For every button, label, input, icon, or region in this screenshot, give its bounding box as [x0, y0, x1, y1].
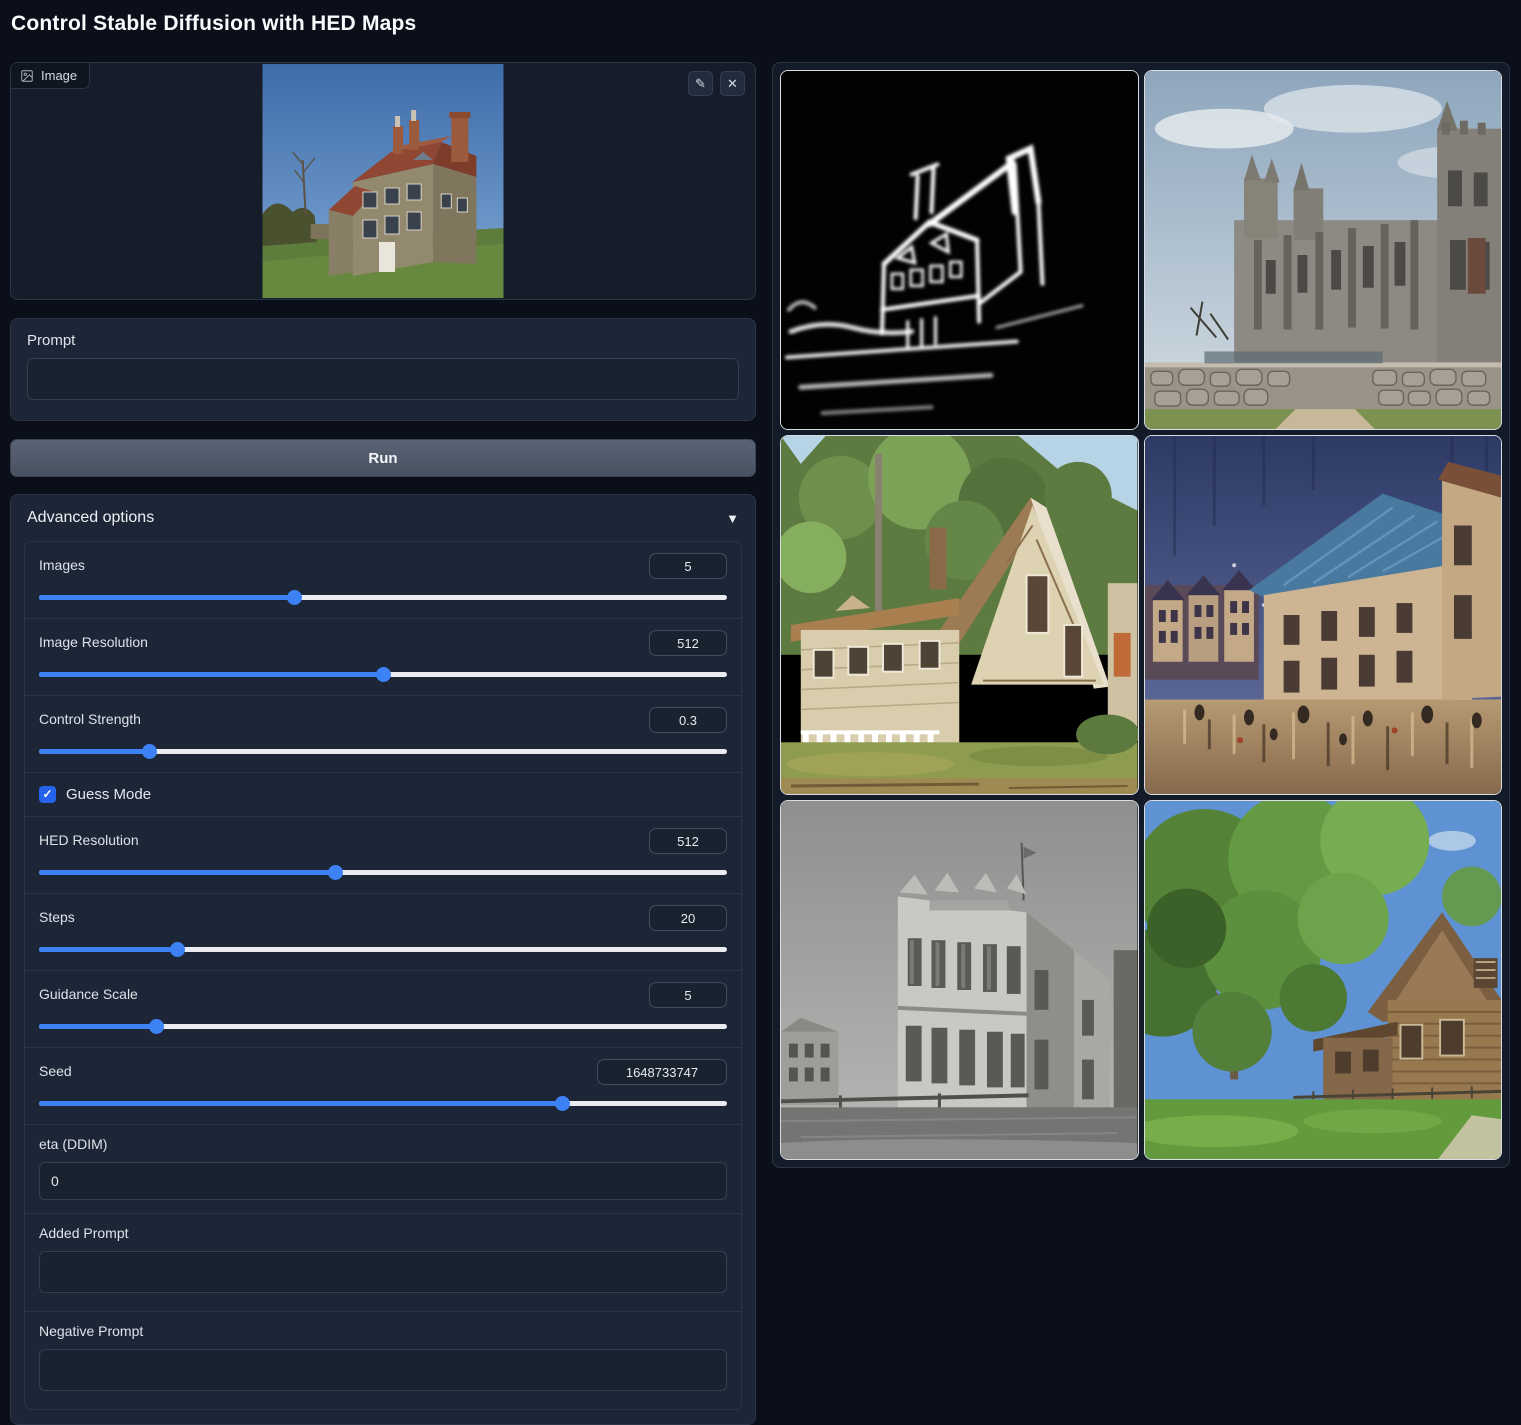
- image-icon: [20, 69, 34, 83]
- controls-column: Image ✎ ✕: [10, 62, 756, 1425]
- prompt-label: Prompt: [27, 332, 739, 349]
- image-resolution-row: Image Resolution: [25, 619, 741, 696]
- gallery-item-impressionist-street[interactable]: [1144, 435, 1503, 795]
- gallery-item-wooden-house[interactable]: [780, 435, 1139, 795]
- steps-slider-handle[interactable]: [170, 942, 185, 957]
- guidance-scale-slider-handle[interactable]: [149, 1019, 164, 1034]
- image-component-label: Image: [11, 63, 90, 89]
- hed-resolution-slider[interactable]: [39, 865, 727, 880]
- hed-resolution-label: HED Resolution: [39, 828, 139, 848]
- images-slider-handle[interactable]: [287, 590, 302, 605]
- eta-row: eta (DDIM): [25, 1125, 741, 1214]
- advanced-options-panel: Advanced options ▼ Images Image Resoluti…: [10, 494, 756, 1425]
- steps-label: Steps: [39, 905, 75, 925]
- eta-input[interactable]: [39, 1162, 727, 1200]
- guidance-scale-value-input[interactable]: [649, 982, 727, 1008]
- images-value-input[interactable]: [649, 553, 727, 579]
- input-image-panel: Image ✎ ✕: [10, 62, 756, 300]
- uploaded-image[interactable]: [263, 64, 504, 298]
- prompt-input[interactable]: [27, 358, 739, 400]
- advanced-options-header[interactable]: Advanced options ▼: [11, 495, 755, 539]
- stone-cathedral-image: [1145, 71, 1502, 429]
- images-slider[interactable]: [39, 590, 727, 605]
- added-prompt-label: Added Prompt: [39, 1225, 727, 1241]
- close-icon: ✕: [727, 76, 738, 91]
- clear-image-button[interactable]: ✕: [720, 71, 745, 96]
- seed-row: Seed: [25, 1048, 741, 1125]
- hed-resolution-slider-handle[interactable]: [328, 865, 343, 880]
- guess-mode-checkbox[interactable]: ✓: [39, 786, 56, 803]
- gallery-item-grayscale-building[interactable]: [780, 800, 1139, 1160]
- added-prompt-input[interactable]: [39, 1251, 727, 1293]
- image-resolution-slider-handle[interactable]: [376, 667, 391, 682]
- chevron-down-icon: ▼: [726, 511, 739, 526]
- prompt-panel: Prompt: [10, 318, 756, 421]
- guess-mode-row: ✓ Guess Mode: [25, 773, 741, 817]
- steps-value-input[interactable]: [649, 905, 727, 931]
- images-row: Images: [25, 542, 741, 619]
- negative-prompt-row: Negative Prompt: [25, 1312, 741, 1409]
- advanced-options-form: Images Image Resolution: [24, 541, 742, 1410]
- hed-resolution-value-input[interactable]: [649, 828, 727, 854]
- grayscale-building-image: [781, 801, 1138, 1159]
- gallery-item-stone-cathedral[interactable]: [1144, 70, 1503, 430]
- seed-slider-handle[interactable]: [555, 1096, 570, 1111]
- control-strength-slider[interactable]: [39, 744, 727, 759]
- image-resolution-value-input[interactable]: [649, 630, 727, 656]
- seed-label: Seed: [39, 1059, 72, 1079]
- negative-prompt-input[interactable]: [39, 1349, 727, 1391]
- steps-slider[interactable]: [39, 942, 727, 957]
- control-strength-row: Control Strength: [25, 696, 741, 773]
- image-actions: ✎ ✕: [688, 71, 745, 96]
- guidance-scale-row: Guidance Scale: [25, 971, 741, 1048]
- image-component-label-text: Image: [41, 68, 77, 83]
- seed-value-input[interactable]: [597, 1059, 727, 1085]
- negative-prompt-label: Negative Prompt: [39, 1323, 727, 1339]
- advanced-options-title: Advanced options: [27, 509, 154, 527]
- check-icon: ✓: [42, 787, 52, 801]
- pencil-icon: ✎: [695, 76, 706, 91]
- page-title: Control Stable Diffusion with HED Maps: [11, 12, 416, 36]
- hed-edge-map-image: [781, 71, 1138, 429]
- gallery-item-house-with-trees[interactable]: [1144, 800, 1503, 1160]
- added-prompt-row: Added Prompt: [25, 1214, 741, 1312]
- control-strength-slider-handle[interactable]: [142, 744, 157, 759]
- seed-slider[interactable]: [39, 1096, 727, 1111]
- control-strength-value-input[interactable]: [649, 707, 727, 733]
- control-strength-label: Control Strength: [39, 707, 141, 727]
- hed-resolution-row: HED Resolution: [25, 817, 741, 894]
- guess-mode-label: Guess Mode: [66, 786, 151, 803]
- house-with-trees-image: [1145, 801, 1502, 1159]
- eta-label: eta (DDIM): [39, 1136, 727, 1152]
- image-resolution-slider[interactable]: [39, 667, 727, 682]
- image-resolution-label: Image Resolution: [39, 630, 148, 650]
- guidance-scale-label: Guidance Scale: [39, 982, 138, 1002]
- uploaded-house-photo: [263, 64, 504, 298]
- output-gallery: [772, 62, 1510, 1168]
- steps-row: Steps: [25, 894, 741, 971]
- run-button[interactable]: Run: [10, 439, 756, 477]
- gallery-item-hed-edge-map[interactable]: [780, 70, 1139, 430]
- guidance-scale-slider[interactable]: [39, 1019, 727, 1034]
- images-label: Images: [39, 553, 85, 573]
- wooden-house-image: [781, 436, 1138, 794]
- edit-image-button[interactable]: ✎: [688, 71, 713, 96]
- impressionist-street-image: [1145, 436, 1502, 794]
